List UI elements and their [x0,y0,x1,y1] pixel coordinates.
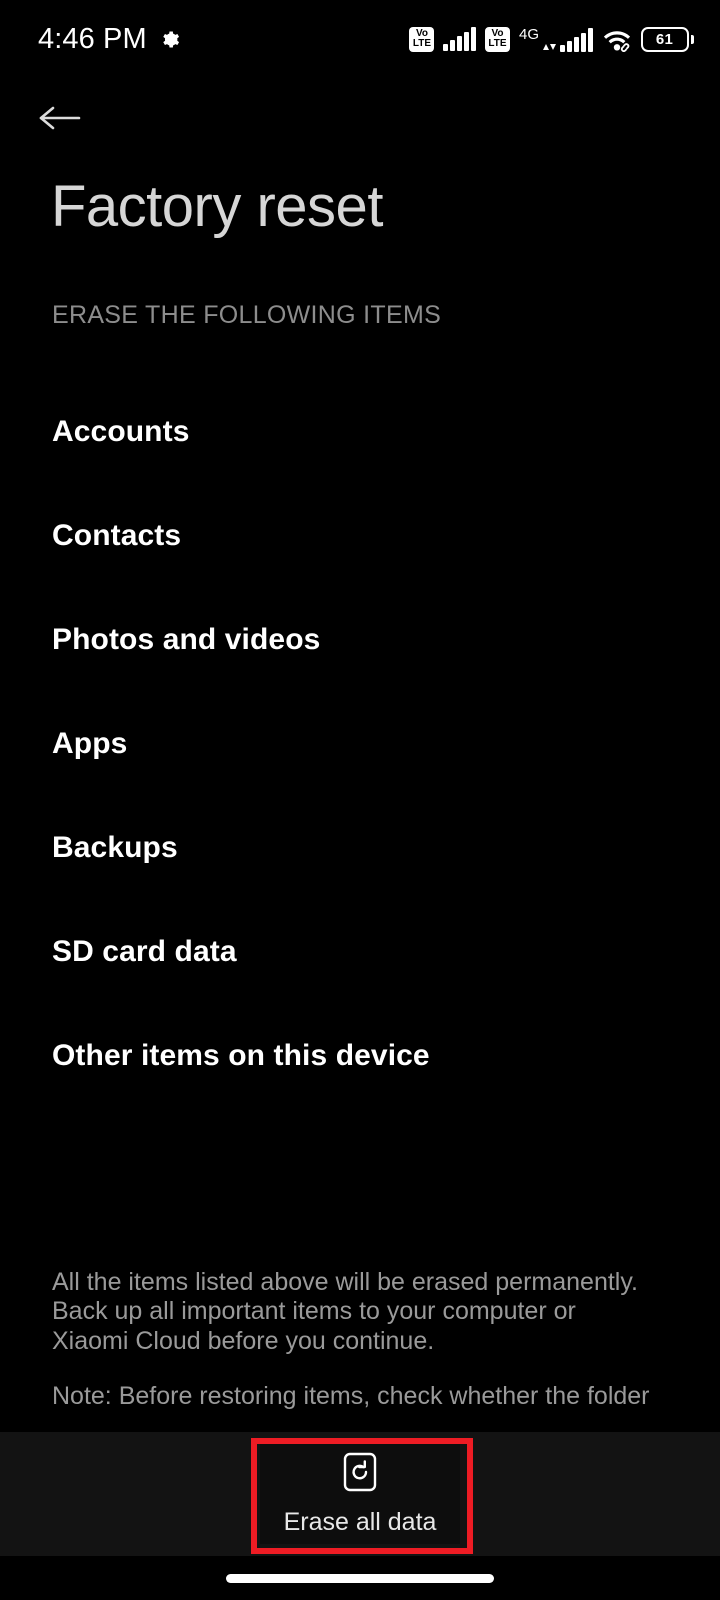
volte-bottom-text: LTE [412,38,432,49]
network-type-label: 4G [518,25,539,43]
list-item-label: SD card data [52,935,237,968]
volte-sim2-icon: Vo LTE [484,26,510,52]
list-item-label: Contacts [52,519,182,552]
factory-reset-icon [343,1452,377,1497]
list-item-label: Accounts [52,415,190,448]
page-title: Factory reset [51,174,383,239]
list-item: Backups [0,796,720,900]
footer-disclaimer: All the items listed above will be erase… [52,1268,652,1411]
gear-icon [159,29,180,50]
navigation-bar [0,1556,720,1600]
home-gesture-pill[interactable] [226,1573,494,1583]
battery-icon: 61 [640,26,694,52]
wifi-linked-icon [602,27,632,52]
list-item-label: Photos and videos [52,623,321,656]
list-item: SD card data [0,900,720,1004]
signal-bars-sim2-icon [560,27,593,52]
list-item-label: Other items on this device [52,1039,430,1072]
erase-all-data-label: Erase all data [283,1507,437,1536]
disclaimer-paragraph: All the items listed above will be erase… [52,1268,638,1355]
status-bar-left: 4:46 PM [38,23,180,56]
list-item: Contacts [0,484,720,588]
battery-percent-label: 61 [655,30,674,48]
list-item: Other items on this device [0,1004,720,1108]
mobile-data-group: 4G [519,27,593,52]
status-bar-right: Vo LTE Vo LTE 4G 61 [409,26,694,52]
bottom-action-bar: Erase all data [0,1432,720,1556]
phone-screen: 4:46 PM Vo LTE Vo LTE 4G 61 Factory rese… [0,0,720,1600]
status-bar: 4:46 PM Vo LTE Vo LTE 4G 61 [0,0,720,78]
battery-body: 61 [640,26,689,52]
list-item-label: Backups [52,831,178,864]
section-header-label: ERASE THE FOLLOWING ITEMS [52,301,442,329]
battery-terminal [690,34,694,44]
signal-bars-sim1-icon [443,27,476,51]
list-item: Photos and videos [0,588,720,692]
volte-sim1-icon: Vo LTE [409,26,435,52]
back-arrow-icon [38,102,86,139]
list-item: Apps [0,692,720,796]
erase-items-list: Accounts Contacts Photos and videos Apps… [0,380,720,1108]
back-button[interactable] [38,92,104,148]
status-clock: 4:46 PM [38,22,147,55]
list-item: Accounts [0,380,720,484]
erase-all-data-button[interactable]: Erase all data [260,1444,460,1544]
data-transfer-arrows-icon [543,43,556,50]
list-item-label: Apps [52,727,128,760]
disclaimer-note: Note: Before restoring items, check whet… [52,1381,650,1410]
volte-bottom-text: LTE [488,38,507,49]
